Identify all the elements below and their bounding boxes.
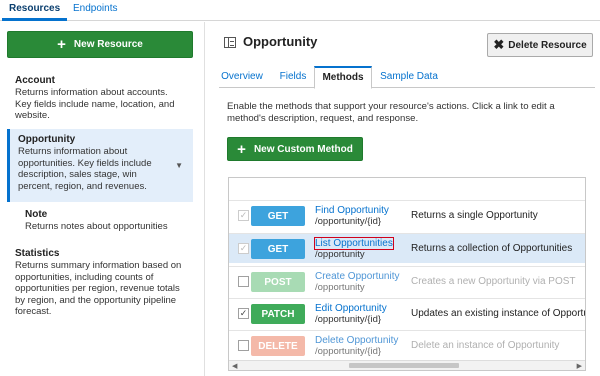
resource-tabs: Overview Fields Methods Sample Data <box>219 66 595 89</box>
scroll-left-icon[interactable]: ◀ <box>232 362 237 370</box>
resource-name: Account <box>15 75 55 86</box>
plus-icon: + <box>57 36 66 53</box>
method-description: Returns a collection of Opportunities <box>411 243 573 254</box>
sidebar-item-account[interactable]: Account Returns information about accoun… <box>7 70 193 127</box>
http-verb-badge: GET <box>251 239 305 259</box>
method-path: /opportunity/{id} <box>315 346 382 357</box>
method-path: /opportunity/{id} <box>315 314 382 325</box>
http-verb-badge: PATCH <box>251 304 305 324</box>
delete-resource-label: Delete Resource <box>508 39 587 51</box>
new-resource-button[interactable]: + New Resource <box>7 31 193 58</box>
new-resource-label: New Resource <box>73 39 143 50</box>
method-row-find: ✓ GET Find Opportunity /opportunity/{id}… <box>229 200 585 230</box>
method-link[interactable]: Create Opportunity <box>315 271 400 282</box>
new-custom-method-button[interactable]: + New Custom Method <box>227 137 363 161</box>
plus-icon: + <box>237 140 246 158</box>
method-link[interactable]: Delete Opportunity <box>315 335 398 346</box>
resources-sidebar: + New Resource Account Returns informati… <box>0 22 205 376</box>
method-path: /opportunity <box>315 282 365 293</box>
tab-endpoints[interactable]: Endpoints <box>73 3 117 14</box>
chevron-down-icon[interactable]: ▼ <box>175 161 183 170</box>
sidebar-item-opportunity[interactable]: Opportunity Returns information about op… <box>7 129 193 202</box>
method-description: Creates a new Opportunity via POST <box>411 276 576 287</box>
methods-intro-text: Enable the methods that support your res… <box>227 101 555 124</box>
resource-name: Statistics <box>15 248 60 259</box>
resource-description: Returns summary information based on opp… <box>15 260 182 317</box>
method-description: Delete an instance of Opportunity <box>411 340 560 351</box>
tab-methods[interactable]: Methods <box>314 66 372 89</box>
sidebar-item-note[interactable]: Note Returns notes about opportunities <box>7 204 193 238</box>
resource-description: Returns information about opportunities.… <box>18 146 152 192</box>
http-verb-badge: DELETE <box>251 336 305 356</box>
sidebar-item-statistics[interactable]: Statistics Returns summary information b… <box>7 243 193 323</box>
tab-sample-data[interactable]: Sample Data <box>377 66 441 88</box>
close-icon: ✖ <box>493 37 505 52</box>
scrollbar-thumb[interactable] <box>349 363 459 368</box>
new-custom-method-label: New Custom Method <box>253 143 353 155</box>
methods-table: ✓ GET Find Opportunity /opportunity/{id}… <box>228 177 586 371</box>
tab-overview[interactable]: Overview <box>219 66 265 88</box>
method-enabled-checkbox[interactable]: ✓ <box>238 243 249 254</box>
method-link[interactable]: Edit Opportunity <box>315 303 387 314</box>
delete-resource-button[interactable]: ✖ Delete Resource <box>487 33 593 57</box>
scroll-right-icon[interactable]: ▶ <box>577 362 582 370</box>
resource-icon <box>224 37 236 48</box>
method-path: /opportunity/{id} <box>315 216 382 227</box>
tab-fields[interactable]: Fields <box>274 66 312 88</box>
method-enabled-checkbox[interactable]: ✓ <box>238 210 249 221</box>
resource-description: Returns information about accounts. Key … <box>15 87 175 121</box>
method-path: /opportunity <box>315 249 365 260</box>
method-row-create: POST Create Opportunity /opportunity Cre… <box>229 266 585 296</box>
method-enabled-checkbox[interactable] <box>238 340 249 351</box>
http-verb-badge: POST <box>251 272 305 292</box>
method-row-delete: DELETE Delete Opportunity /opportunity/{… <box>229 330 585 360</box>
method-row-edit: ✓ PATCH Edit Opportunity /opportunity/{i… <box>229 298 586 328</box>
method-row-list: ✓ GET List Opportunities /opportunity Re… <box>229 233 585 263</box>
resource-description: Returns notes about opportunities <box>25 221 168 232</box>
http-verb-badge: GET <box>251 206 305 226</box>
method-link[interactable]: List Opportunities <box>314 237 394 250</box>
method-enabled-checkbox[interactable] <box>238 276 249 287</box>
tab-resources[interactable]: Resources <box>1 3 68 21</box>
resource-name: Note <box>25 209 48 220</box>
top-tab-bar: Resources Endpoints <box>0 0 600 21</box>
method-link[interactable]: Find Opportunity <box>315 205 389 216</box>
page-title: Opportunity <box>243 34 318 49</box>
resource-name: Opportunity <box>18 134 76 145</box>
method-description: Updates an existing instance of Opportun… <box>411 308 586 319</box>
method-description: Returns a single Opportunity <box>411 210 538 221</box>
horizontal-scrollbar[interactable]: ◀ ▶ <box>229 360 585 370</box>
method-enabled-checkbox[interactable]: ✓ <box>238 308 249 319</box>
